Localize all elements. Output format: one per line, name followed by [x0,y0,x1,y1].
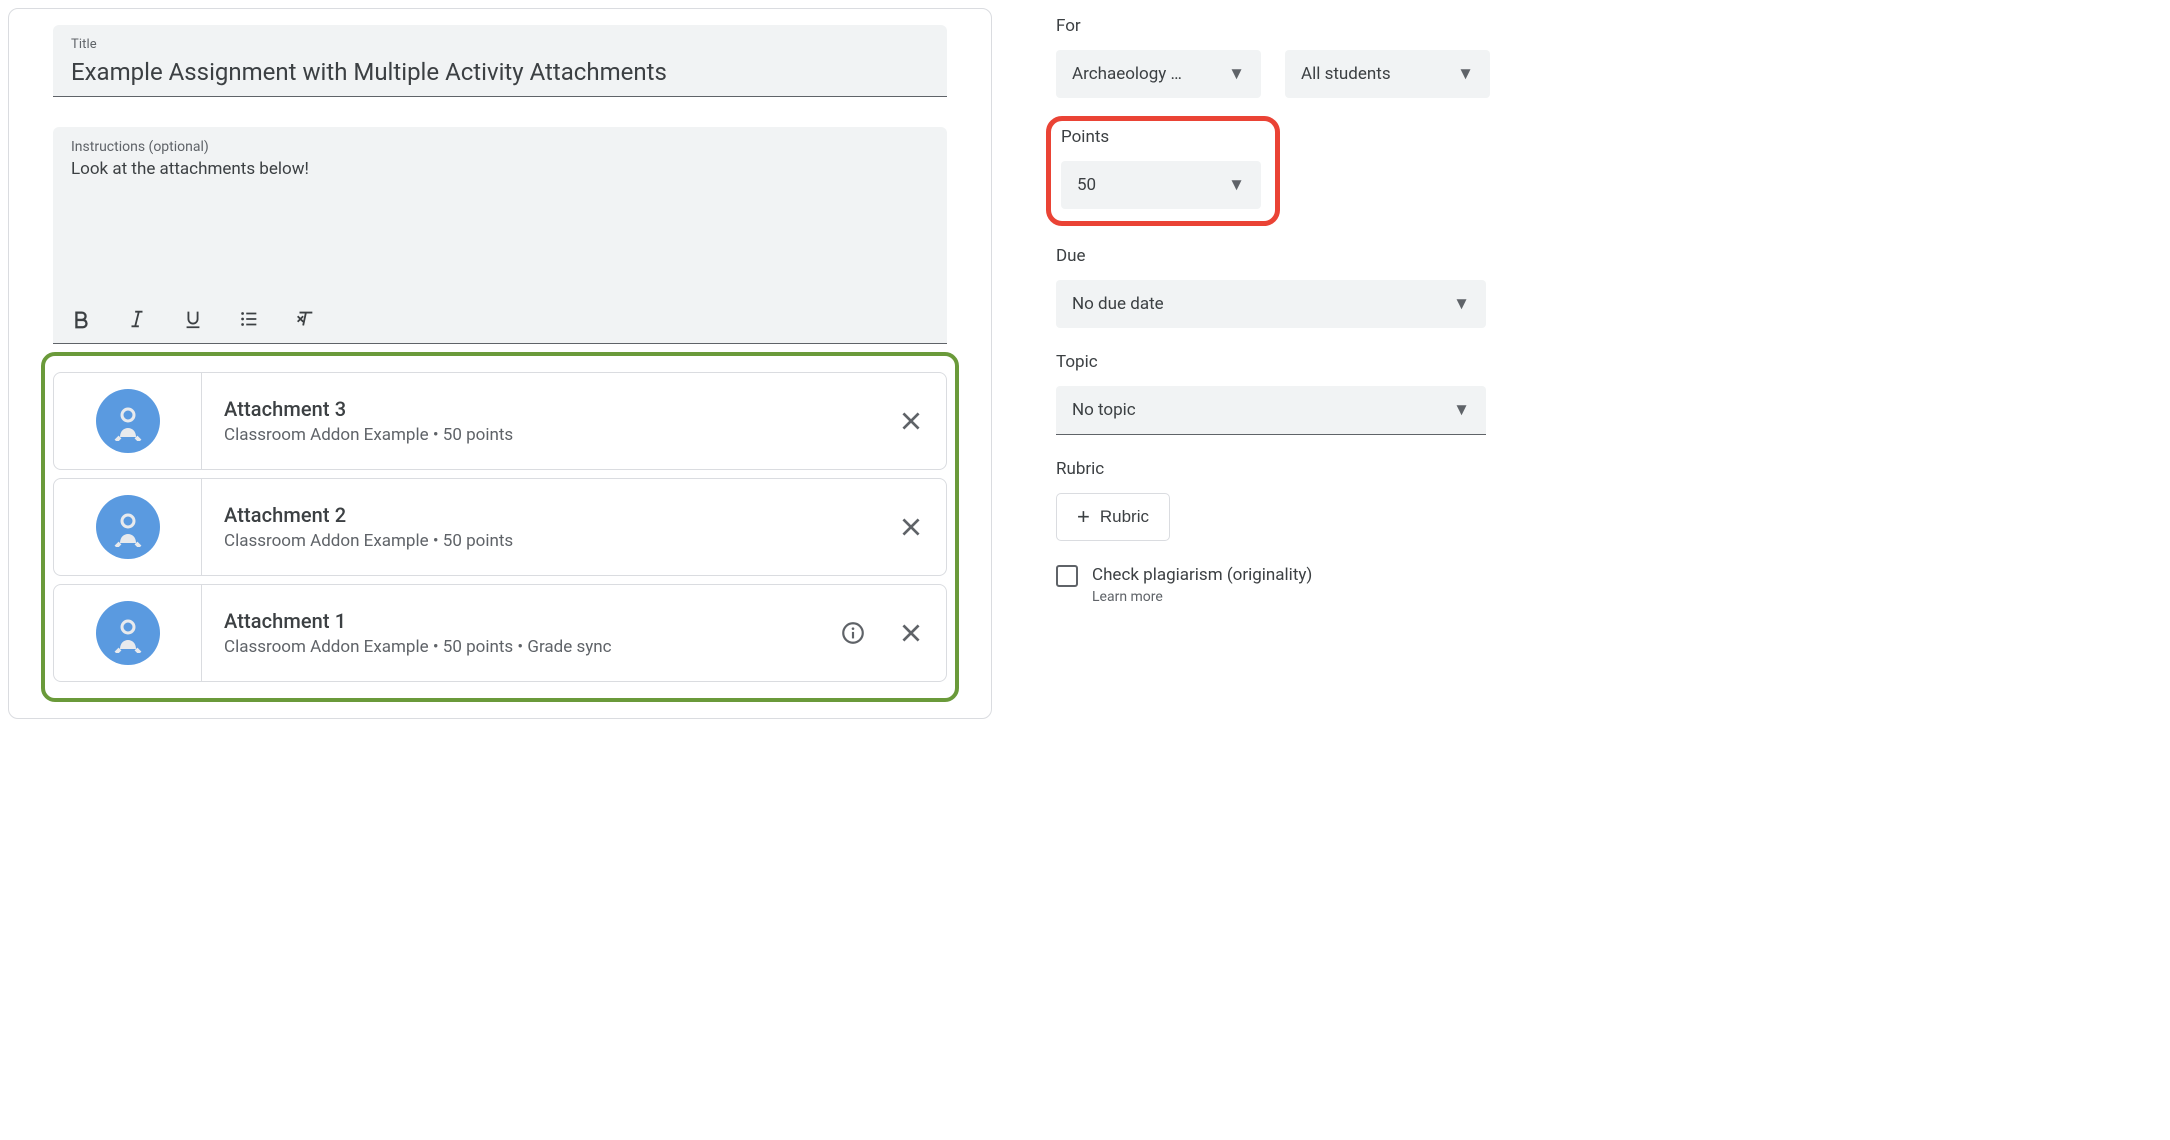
chevron-down-icon: ▼ [1453,294,1470,314]
attachment-subtitle: Classroom Addon Example • 50 points • Gr… [224,637,814,657]
info-icon [840,620,866,646]
assignment-card: Title Example Assignment with Multiple A… [8,8,992,719]
remove-attachment-button[interactable] [894,616,928,650]
addon-icon [96,495,160,559]
attachment-title: Attachment 3 [224,397,872,421]
attachment-text-column[interactable]: Attachment 2 Classroom Addon Example • 5… [202,479,894,575]
addon-icon [96,389,160,453]
plagiarism-row: Check plagiarism (originality) Learn mor… [1056,565,1496,605]
points-highlight-box: Points 50 ▼ [1046,116,1280,226]
class-dropdown-value: Archaeology … [1072,64,1182,84]
due-date-value: No due date [1072,294,1164,314]
points-value: 50 [1077,175,1096,195]
attachment-icon-column [54,479,202,575]
for-label: For [1056,16,1496,36]
attachment-card: Attachment 1 Classroom Addon Example • 5… [53,584,947,682]
add-rubric-button[interactable]: + Rubric [1056,493,1170,541]
attachment-subtitle: Classroom Addon Example • 50 points [224,531,872,551]
rubric-section: Rubric + Rubric [1056,459,1496,541]
close-icon [898,408,924,434]
attachment-icon-column [54,585,202,681]
attachment-text-column[interactable]: Attachment 1 Classroom Addon Example • 5… [202,585,836,681]
addon-icon [96,601,160,665]
attachments-highlight-box: Attachment 3 Classroom Addon Example • 5… [41,352,959,702]
bold-button[interactable] [67,305,95,333]
due-label: Due [1056,246,1496,266]
attachment-actions [836,585,946,681]
instructions-label: Instructions (optional) [71,139,929,155]
underline-button[interactable] [179,305,207,333]
due-section: Due No due date ▼ [1056,246,1496,328]
rubric-button-label: Rubric [1100,507,1149,527]
attachment-info-button[interactable] [836,616,870,650]
attachment-actions [894,479,946,575]
title-value: Example Assignment with Multiple Activit… [71,58,929,86]
bullet-list-button[interactable] [235,305,263,333]
main-editor-panel: Title Example Assignment with Multiple A… [0,0,1000,790]
plagiarism-checkbox[interactable] [1056,565,1078,587]
attachment-actions [894,373,946,469]
topic-label: Topic [1056,352,1496,372]
topic-section: Topic No topic ▼ [1056,352,1496,435]
chevron-down-icon: ▼ [1228,64,1245,84]
attachment-text-column[interactable]: Attachment 3 Classroom Addon Example • 5… [202,373,894,469]
assignment-sidebar: For Archaeology … ▼ All students ▼ Point… [1000,0,1506,790]
for-section: For Archaeology … ▼ All students ▼ [1056,16,1496,98]
attachment-title: Attachment 1 [224,609,814,633]
close-icon [898,620,924,646]
attachment-title: Attachment 2 [224,503,872,527]
chevron-down-icon: ▼ [1453,400,1470,420]
rich-text-toolbar [53,297,947,344]
due-date-dropdown[interactable]: No due date ▼ [1056,280,1486,328]
attachment-card: Attachment 3 Classroom Addon Example • 5… [53,372,947,470]
instructions-field[interactable]: Instructions (optional) Look at the atta… [53,127,947,297]
topic-value: No topic [1072,400,1136,420]
instructions-value: Look at the attachments below! [71,159,929,289]
title-field[interactable]: Title Example Assignment with Multiple A… [53,25,947,97]
plus-icon: + [1077,506,1090,528]
learn-more-link[interactable]: Learn more [1092,589,1312,605]
attachment-subtitle: Classroom Addon Example • 50 points [224,425,872,445]
points-dropdown[interactable]: 50 ▼ [1061,161,1261,209]
remove-attachment-button[interactable] [894,404,928,438]
italic-button[interactable] [123,305,151,333]
students-dropdown-value: All students [1301,64,1391,84]
chevron-down-icon: ▼ [1457,64,1474,84]
chevron-down-icon: ▼ [1228,175,1245,195]
attachment-icon-column [54,373,202,469]
students-dropdown[interactable]: All students ▼ [1285,50,1490,98]
rubric-label: Rubric [1056,459,1496,479]
remove-attachment-button[interactable] [894,510,928,544]
title-label: Title [71,37,929,52]
clear-formatting-button[interactable] [291,305,319,333]
plagiarism-label: Check plagiarism (originality) [1092,565,1312,585]
class-dropdown[interactable]: Archaeology … ▼ [1056,50,1261,98]
topic-dropdown[interactable]: No topic ▼ [1056,386,1486,435]
points-label: Points [1061,127,1265,147]
attachment-card: Attachment 2 Classroom Addon Example • 5… [53,478,947,576]
close-icon [898,514,924,540]
